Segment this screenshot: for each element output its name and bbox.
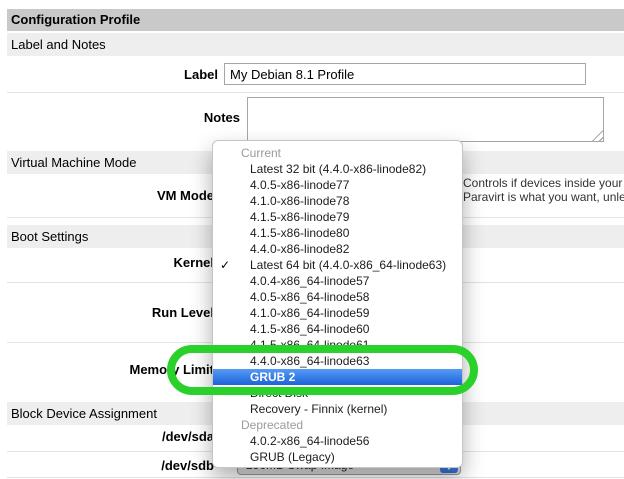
dev-sda-field-label: /dev/sda: [7, 429, 214, 444]
kernel-menu-item[interactable]: 4.4.0-x86-linode82: [213, 241, 462, 257]
vm-mode-field-label: VM Mode: [7, 188, 214, 203]
divider: [7, 477, 624, 478]
kernel-menu-item-label: Latest 64 bit (4.4.0-x86_64-linode63): [250, 258, 446, 272]
kernel-menu-item[interactable]: 4.0.2-x86_64-linode56: [213, 433, 462, 449]
vm-mode-help-text: Controls if devices inside your Paravirt…: [463, 176, 624, 206]
annotation-ellipse-grub-2: [167, 345, 478, 395]
kernel-menu-group-deprecated: Deprecated: [213, 417, 462, 433]
kernel-menu-item[interactable]: 4.0.5-x86-linode77: [213, 177, 462, 193]
kernel-menu-item-current-selection[interactable]: ✓ Latest 64 bit (4.4.0-x86_64-linode63): [213, 257, 462, 273]
run-level-field-label: Run Level: [7, 305, 214, 320]
kernel-menu-item[interactable]: Latest 32 bit (4.4.0-x86-linode82): [213, 161, 462, 177]
divider: [7, 92, 624, 93]
kernel-menu-item[interactable]: 4.1.0-x86-linode78: [213, 193, 462, 209]
kernel-dropdown-menu: Current Latest 32 bit (4.4.0-x86-linode8…: [212, 140, 463, 468]
page-title: Configuration Profile: [7, 9, 624, 31]
label-input[interactable]: [224, 63, 586, 85]
dev-sdb-field-label: /dev/sdb: [7, 458, 214, 473]
kernel-menu-item[interactable]: 4.1.5-x86_64-linode60: [213, 321, 462, 337]
notes-textarea[interactable]: [247, 97, 604, 142]
section-header-label-and-notes: Label and Notes: [7, 33, 624, 56]
vm-mode-help-line-1: Controls if devices inside your: [463, 176, 624, 190]
kernel-menu-item[interactable]: 4.0.4-x86_64-linode57: [213, 273, 462, 289]
kernel-menu-item[interactable]: 4.0.5-x86_64-linode58: [213, 289, 462, 305]
kernel-menu-item[interactable]: 4.1.0-x86_64-linode59: [213, 305, 462, 321]
kernel-menu-item[interactable]: 4.1.5-x86-linode80: [213, 225, 462, 241]
kernel-menu-item[interactable]: 4.1.5-x86-linode79: [213, 209, 462, 225]
kernel-field-label: Kernel: [7, 255, 214, 270]
vm-mode-help-line-2: Paravirt is what you want, unle: [463, 190, 624, 204]
kernel-menu-group-current: Current: [213, 145, 462, 161]
label-field-label: Label: [7, 67, 218, 82]
checkmark-icon: ✓: [220, 257, 230, 273]
kernel-menu-item[interactable]: GRUB (Legacy): [213, 449, 462, 465]
notes-field-label: Notes: [7, 110, 240, 125]
kernel-menu-item[interactable]: Recovery - Finnix (kernel): [213, 401, 462, 417]
